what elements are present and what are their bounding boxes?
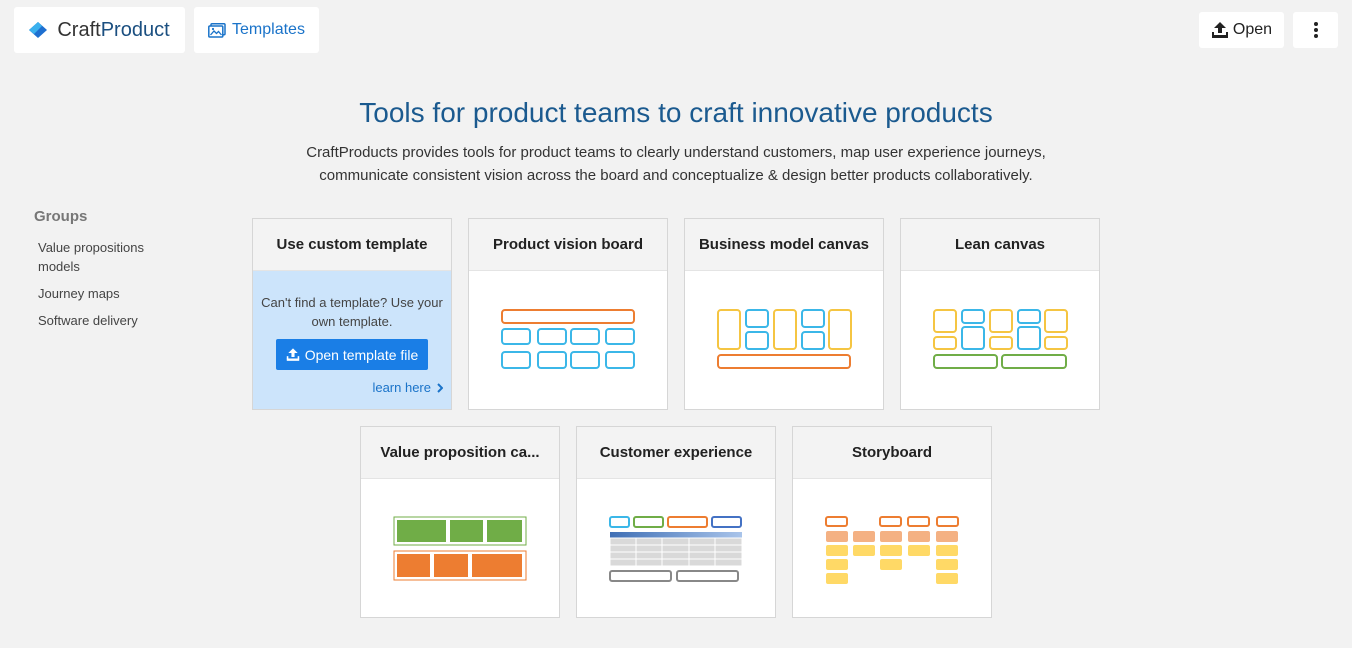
template-card-value-proposition-canvas[interactable]: Value proposition ca...: [360, 426, 560, 618]
card-header: Customer experience: [577, 427, 775, 479]
card-header: Storyboard: [793, 427, 991, 479]
template-card-business-model-canvas[interactable]: Business model canvas: [684, 218, 884, 410]
logo-icon: [29, 22, 48, 38]
card-header: Use custom template: [253, 219, 451, 271]
page-subtitle: CraftProducts provides tools for product…: [306, 144, 1046, 184]
more-vertical-icon: [1313, 22, 1318, 38]
chevron-right-icon: [437, 382, 443, 393]
brand-logo-button[interactable]: CraftProduct: [14, 7, 185, 53]
custom-template-card: Use custom template Can't find a templat…: [252, 218, 452, 410]
upload-icon: [286, 347, 299, 361]
group-item-software-delivery[interactable]: Software delivery: [38, 311, 178, 330]
group-item-value-propositions[interactable]: Value propositions models: [38, 238, 178, 276]
card-header: Value proposition ca...: [361, 427, 559, 479]
templates-label: Templates: [232, 21, 305, 38]
value-proposition-canvas-preview: [361, 479, 559, 617]
template-card-lean-canvas[interactable]: Lean canvas: [900, 218, 1100, 410]
learn-here-link[interactable]: learn here: [372, 380, 443, 395]
templates-button[interactable]: Templates: [194, 7, 319, 53]
storyboard-preview: [793, 479, 991, 617]
groups-heading: Groups: [34, 208, 88, 225]
customer-experience-preview: [577, 479, 775, 617]
template-card-customer-experience[interactable]: Customer experience: [576, 426, 776, 618]
card-header: Lean canvas: [901, 219, 1099, 271]
upload-icon: [1211, 21, 1228, 38]
page-title: Tools for product teams to craft innovat…: [359, 97, 993, 128]
brand-name: CraftProduct: [57, 18, 170, 41]
template-card-storyboard[interactable]: Storyboard: [792, 426, 992, 618]
lean-canvas-preview: [901, 271, 1099, 409]
custom-template-body: Can't find a template? Use your own temp…: [253, 271, 451, 409]
card-header: Product vision board: [469, 219, 667, 271]
custom-template-message: Can't find a template? Use your own temp…: [261, 295, 443, 329]
group-item-journey-maps[interactable]: Journey maps: [38, 284, 178, 303]
open-template-file-button[interactable]: Open template file: [275, 339, 429, 370]
open-label: Open: [1232, 21, 1273, 38]
card-header: Business model canvas: [685, 219, 883, 271]
more-options-button[interactable]: [1293, 12, 1338, 48]
open-button[interactable]: Open: [1199, 12, 1284, 48]
business-model-canvas-preview: [685, 271, 883, 409]
gallery-icon: [208, 22, 226, 38]
product-vision-board-preview: [469, 271, 667, 409]
template-card-product-vision-board[interactable]: Product vision board: [468, 218, 668, 410]
